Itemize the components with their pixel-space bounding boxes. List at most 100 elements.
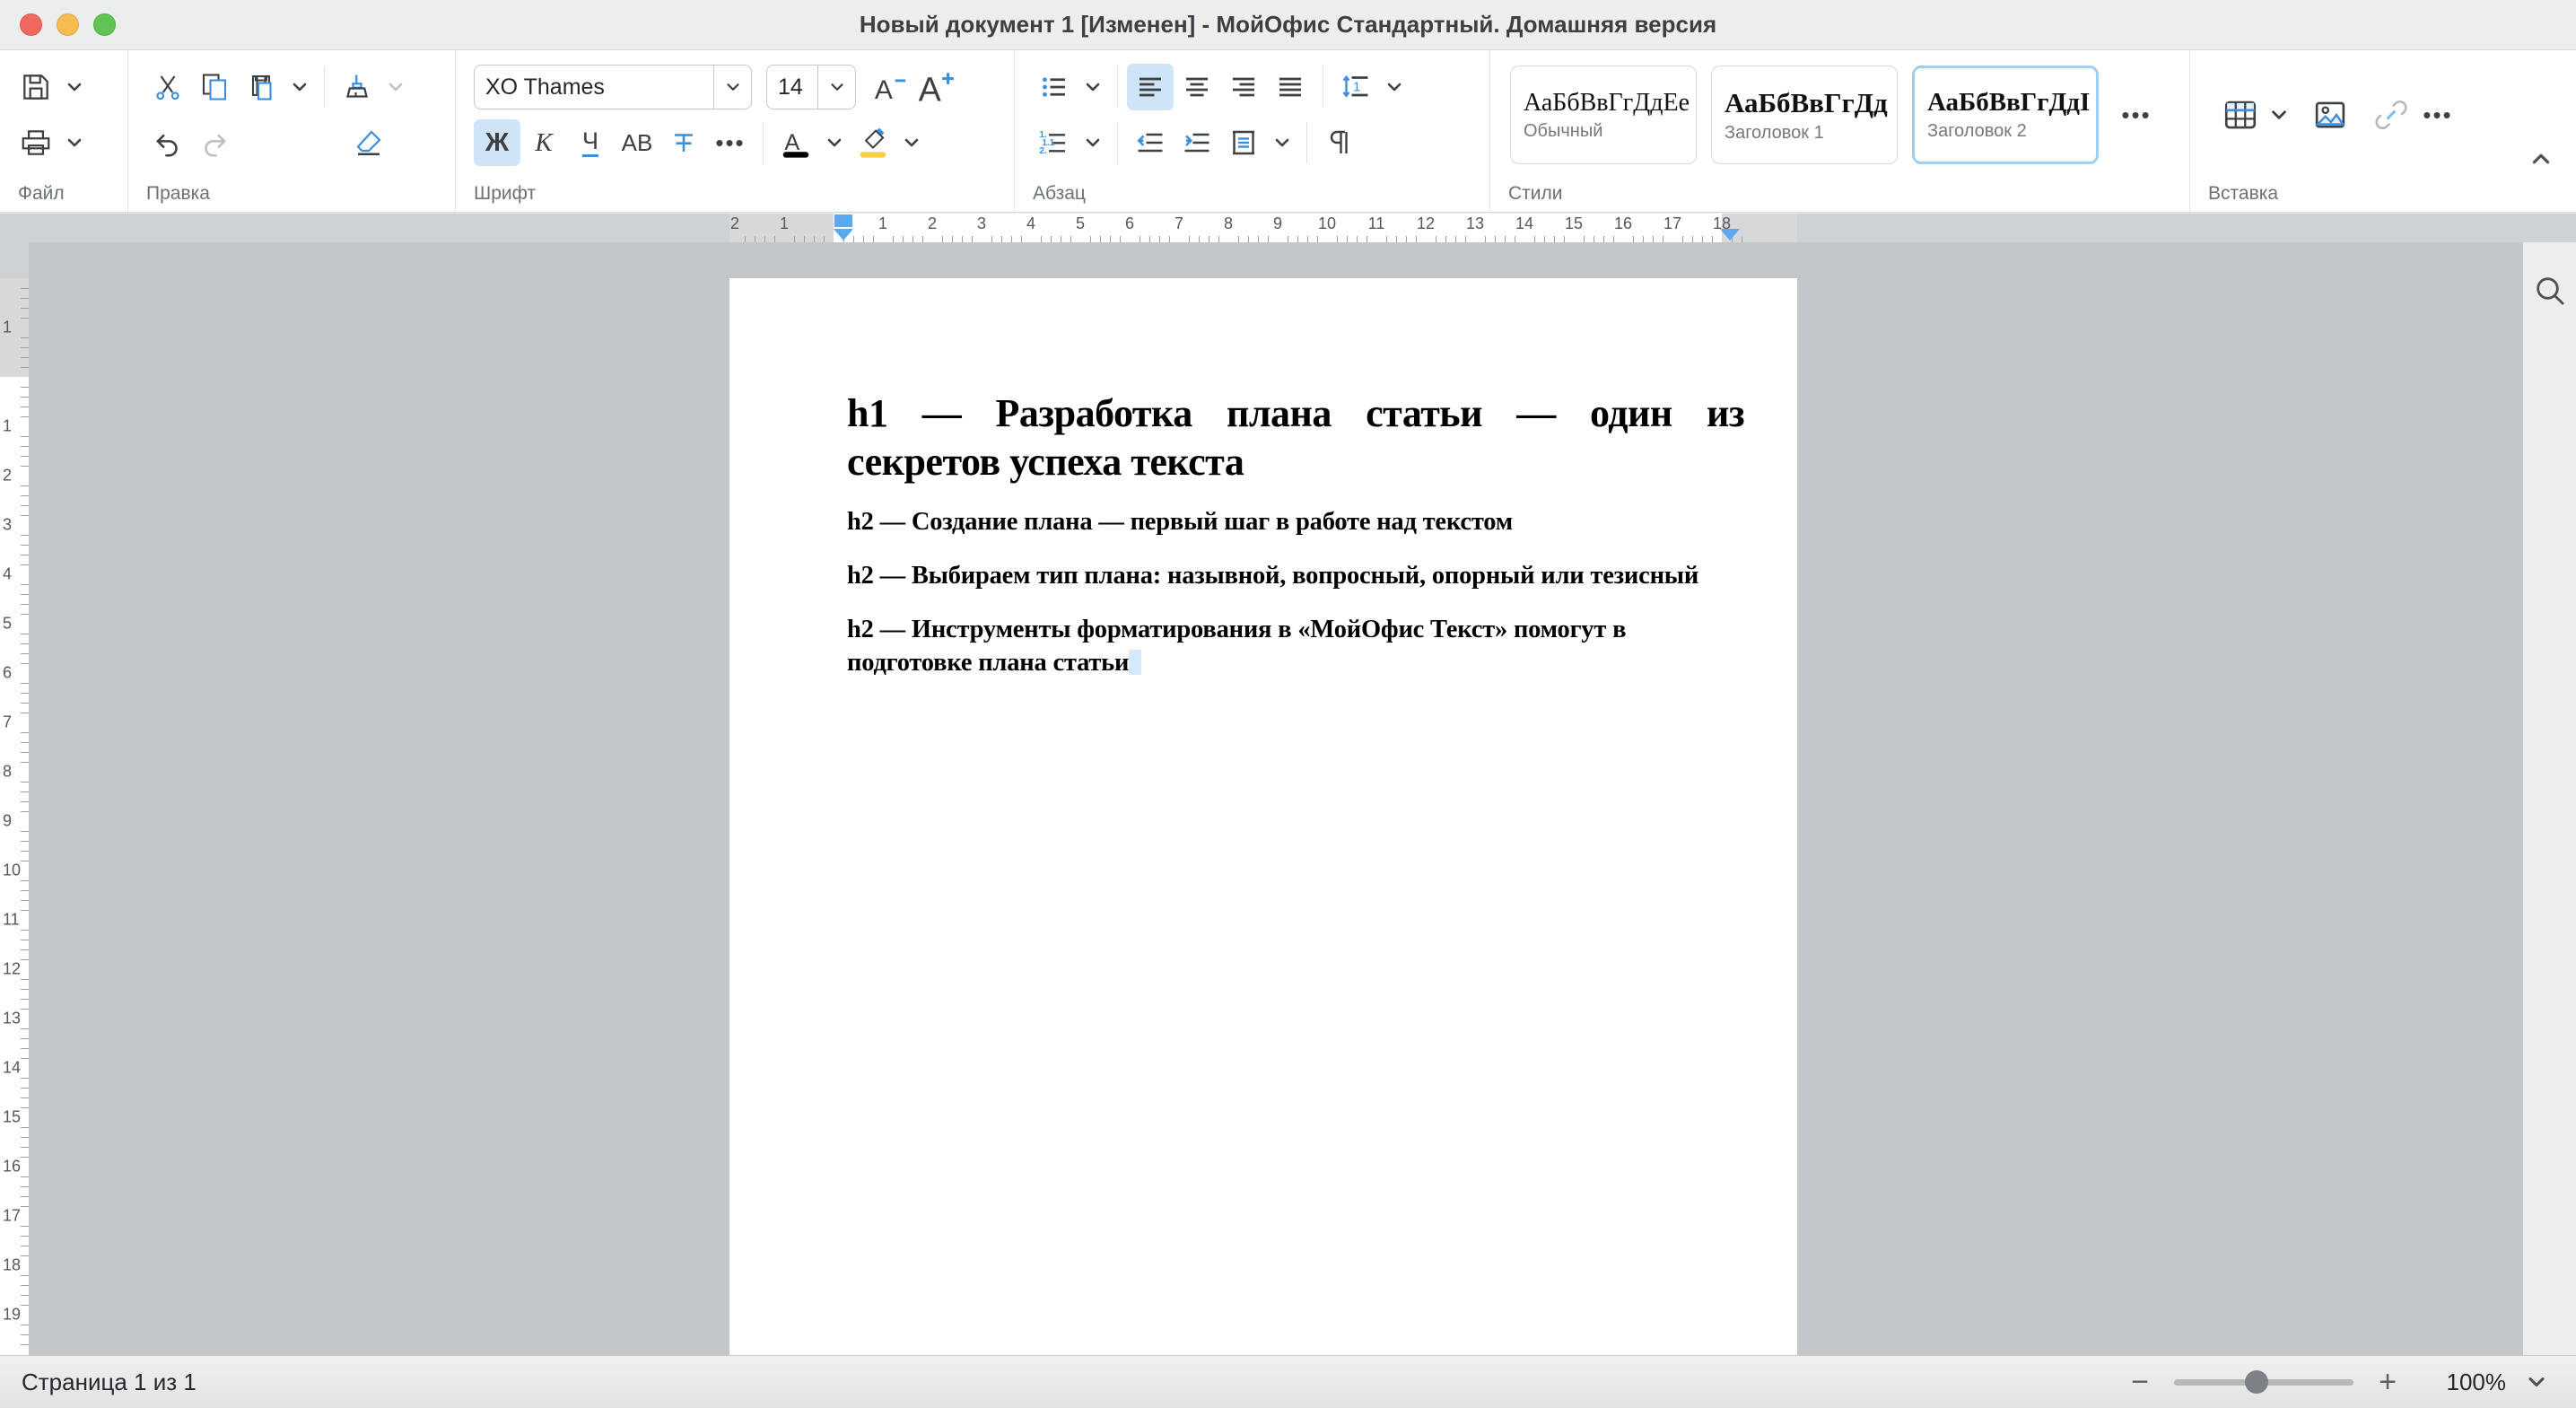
caps-button[interactable]: АВ — [614, 119, 660, 166]
document-heading-2-item[interactable]: h2 — Выбираем тип плана: назывной, вопро… — [847, 559, 1744, 593]
ruler-tick — [1041, 236, 1042, 242]
save-dropdown[interactable] — [59, 64, 90, 110]
svg-text:A: A — [784, 130, 799, 155]
zoom-slider-thumb[interactable] — [2245, 1370, 2268, 1394]
ruler-tick — [21, 318, 29, 319]
horizontal-ruler[interactable]: 2 1 1 2 3 4 5 6 7 8 9 10 11 12 13 14 15 16 17 18 — [0, 214, 2576, 242]
document-heading-2-item[interactable]: h2 — Создание плана — первый шаг в работ… — [847, 505, 1744, 539]
align-left-button[interactable] — [1127, 64, 1174, 110]
document-body[interactable]: h1 — Разработка плана статьи — один из с… — [847, 389, 1745, 680]
font-size-dropdown-icon[interactable] — [817, 66, 855, 109]
ruler-label: 7 — [3, 713, 13, 731]
first-line-indent-marker[interactable] — [834, 214, 852, 227]
style-card-heading2[interactable]: АаБбВвГгДдІ Заголовок 2 — [1912, 66, 2099, 164]
font-family-dropdown-icon[interactable] — [713, 66, 751, 109]
print-button[interactable] — [13, 119, 59, 166]
ruler-label: 14 — [3, 1058, 22, 1077]
document-heading-2-item[interactable]: h2 — Инструменты форматирования в «МойОф… — [847, 613, 1744, 680]
document-canvas[interactable]: h1 — Разработка плана статьи — один из с… — [29, 242, 2523, 1355]
numbered-list-button[interactable]: 1. 1.1 2. — [1031, 119, 1078, 166]
paste-dropdown[interactable] — [284, 64, 315, 110]
ruler-tick — [21, 1344, 29, 1345]
increase-indent-button[interactable] — [1174, 119, 1220, 166]
redo-button[interactable] — [191, 119, 238, 166]
decrease-indent-button[interactable] — [1127, 119, 1174, 166]
font-color-dropdown[interactable] — [819, 119, 850, 166]
italic-button[interactable]: К — [520, 119, 567, 166]
paragraph-spacing-dropdown[interactable] — [1267, 119, 1297, 166]
ruler-label: 2 — [729, 214, 740, 232]
bold-button[interactable]: Ж — [474, 119, 520, 166]
heading1-line2: секретов успеха текста — [847, 439, 1244, 484]
copy-button[interactable] — [191, 64, 238, 110]
ruler-tick — [1554, 236, 1555, 242]
zoom-in-button[interactable]: + — [2371, 1367, 2404, 1397]
underline-button[interactable]: Ч — [567, 119, 614, 166]
zoom-slider[interactable] — [2174, 1370, 2353, 1394]
line-spacing-button[interactable]: 1 — [1332, 64, 1379, 110]
highlight-color-button[interactable] — [850, 119, 896, 166]
ruler-tick — [21, 752, 29, 753]
clear-formatting-button[interactable] — [345, 119, 392, 166]
toolbar-group-paragraph-label: Абзац — [1033, 183, 1086, 204]
format-painter-button[interactable] — [334, 64, 380, 110]
ruler-tick — [21, 663, 29, 664]
toolbar-group-insert: ••• Вставка — [2190, 50, 2576, 212]
decrease-font-size-button[interactable]: A — [867, 64, 913, 110]
numbered-list-dropdown[interactable] — [1078, 119, 1108, 166]
format-painter-dropdown[interactable] — [380, 64, 411, 110]
undo-button[interactable] — [144, 119, 191, 166]
insert-table-button[interactable] — [2217, 92, 2264, 138]
font-size-select[interactable]: 14 — [766, 65, 856, 109]
ruler-label: 15 — [3, 1107, 22, 1126]
ruler-tick — [1258, 236, 1259, 242]
paragraph-spacing-button[interactable] — [1220, 119, 1267, 166]
insert-link-button[interactable] — [2368, 92, 2414, 138]
font-color-button[interactable]: A — [773, 119, 819, 166]
paste-button[interactable] — [238, 64, 284, 110]
ruler-tick — [1238, 236, 1239, 242]
svg-text:2.: 2. — [1040, 146, 1047, 156]
print-dropdown[interactable] — [59, 119, 90, 166]
search-button[interactable] — [2527, 267, 2573, 314]
ruler-tick — [1465, 236, 1466, 242]
increase-font-size-button[interactable]: A — [913, 64, 960, 110]
collapse-ribbon-button[interactable] — [2528, 145, 2554, 178]
strikethrough-button[interactable] — [660, 119, 707, 166]
ruler-tick — [21, 1127, 29, 1128]
ruler-label: 12 — [3, 959, 22, 978]
ruler-label: 10 — [1317, 214, 1337, 232]
ribbon-toolbar: Файл Правка XO Thames 14 A A Ж К Ч АВ ••… — [0, 50, 2576, 213]
ruler-tick — [21, 1107, 29, 1108]
align-right-button[interactable] — [1220, 64, 1267, 110]
cut-button[interactable] — [144, 64, 191, 110]
document-page[interactable]: h1 — Разработка плана статьи — один из с… — [729, 278, 1797, 1355]
ruler-tick — [21, 357, 29, 358]
align-justify-button[interactable] — [1267, 64, 1314, 110]
show-formatting-marks-button[interactable] — [1316, 119, 1363, 166]
ruler-tick — [1120, 236, 1121, 242]
right-indent-marker[interactable] — [1720, 229, 1740, 240]
save-button[interactable] — [13, 64, 59, 110]
font-family-select[interactable]: XO Thames — [474, 65, 752, 109]
insert-image-button[interactable] — [2307, 92, 2353, 138]
left-indent-marker[interactable] — [834, 229, 853, 240]
toolbar-group-font-label: Шрифт — [474, 183, 537, 204]
styles-more-button[interactable]: ••• — [2113, 92, 2160, 138]
zoom-out-button[interactable]: − — [2124, 1367, 2156, 1397]
document-heading-1[interactable]: h1 — Разработка плана статьи — один из с… — [847, 389, 1745, 485]
vertical-ruler[interactable]: 1 1 2 3 4 5 6 7 8 9 10 11 12 13 14 15 16 17 18 19 — [0, 242, 29, 1355]
insert-more-button[interactable]: ••• — [2414, 92, 2461, 138]
line-spacing-dropdown[interactable] — [1379, 64, 1410, 110]
bulleted-list-button[interactable] — [1031, 64, 1078, 110]
style-card-normal[interactable]: АаБбВвГгДдЕе Обычный — [1510, 66, 1697, 164]
font-more-button[interactable]: ••• — [707, 119, 754, 166]
insert-table-dropdown[interactable] — [2264, 92, 2294, 138]
ruler-tick — [21, 387, 29, 388]
bulleted-list-dropdown[interactable] — [1078, 64, 1108, 110]
style-card-heading1[interactable]: АаБбВвГгДд Заголовок 1 — [1711, 66, 1898, 164]
align-center-button[interactable] — [1174, 64, 1220, 110]
zoom-dropdown-button[interactable] — [2524, 1369, 2549, 1395]
highlight-color-dropdown[interactable] — [896, 119, 927, 166]
svg-text:A: A — [875, 75, 893, 105]
